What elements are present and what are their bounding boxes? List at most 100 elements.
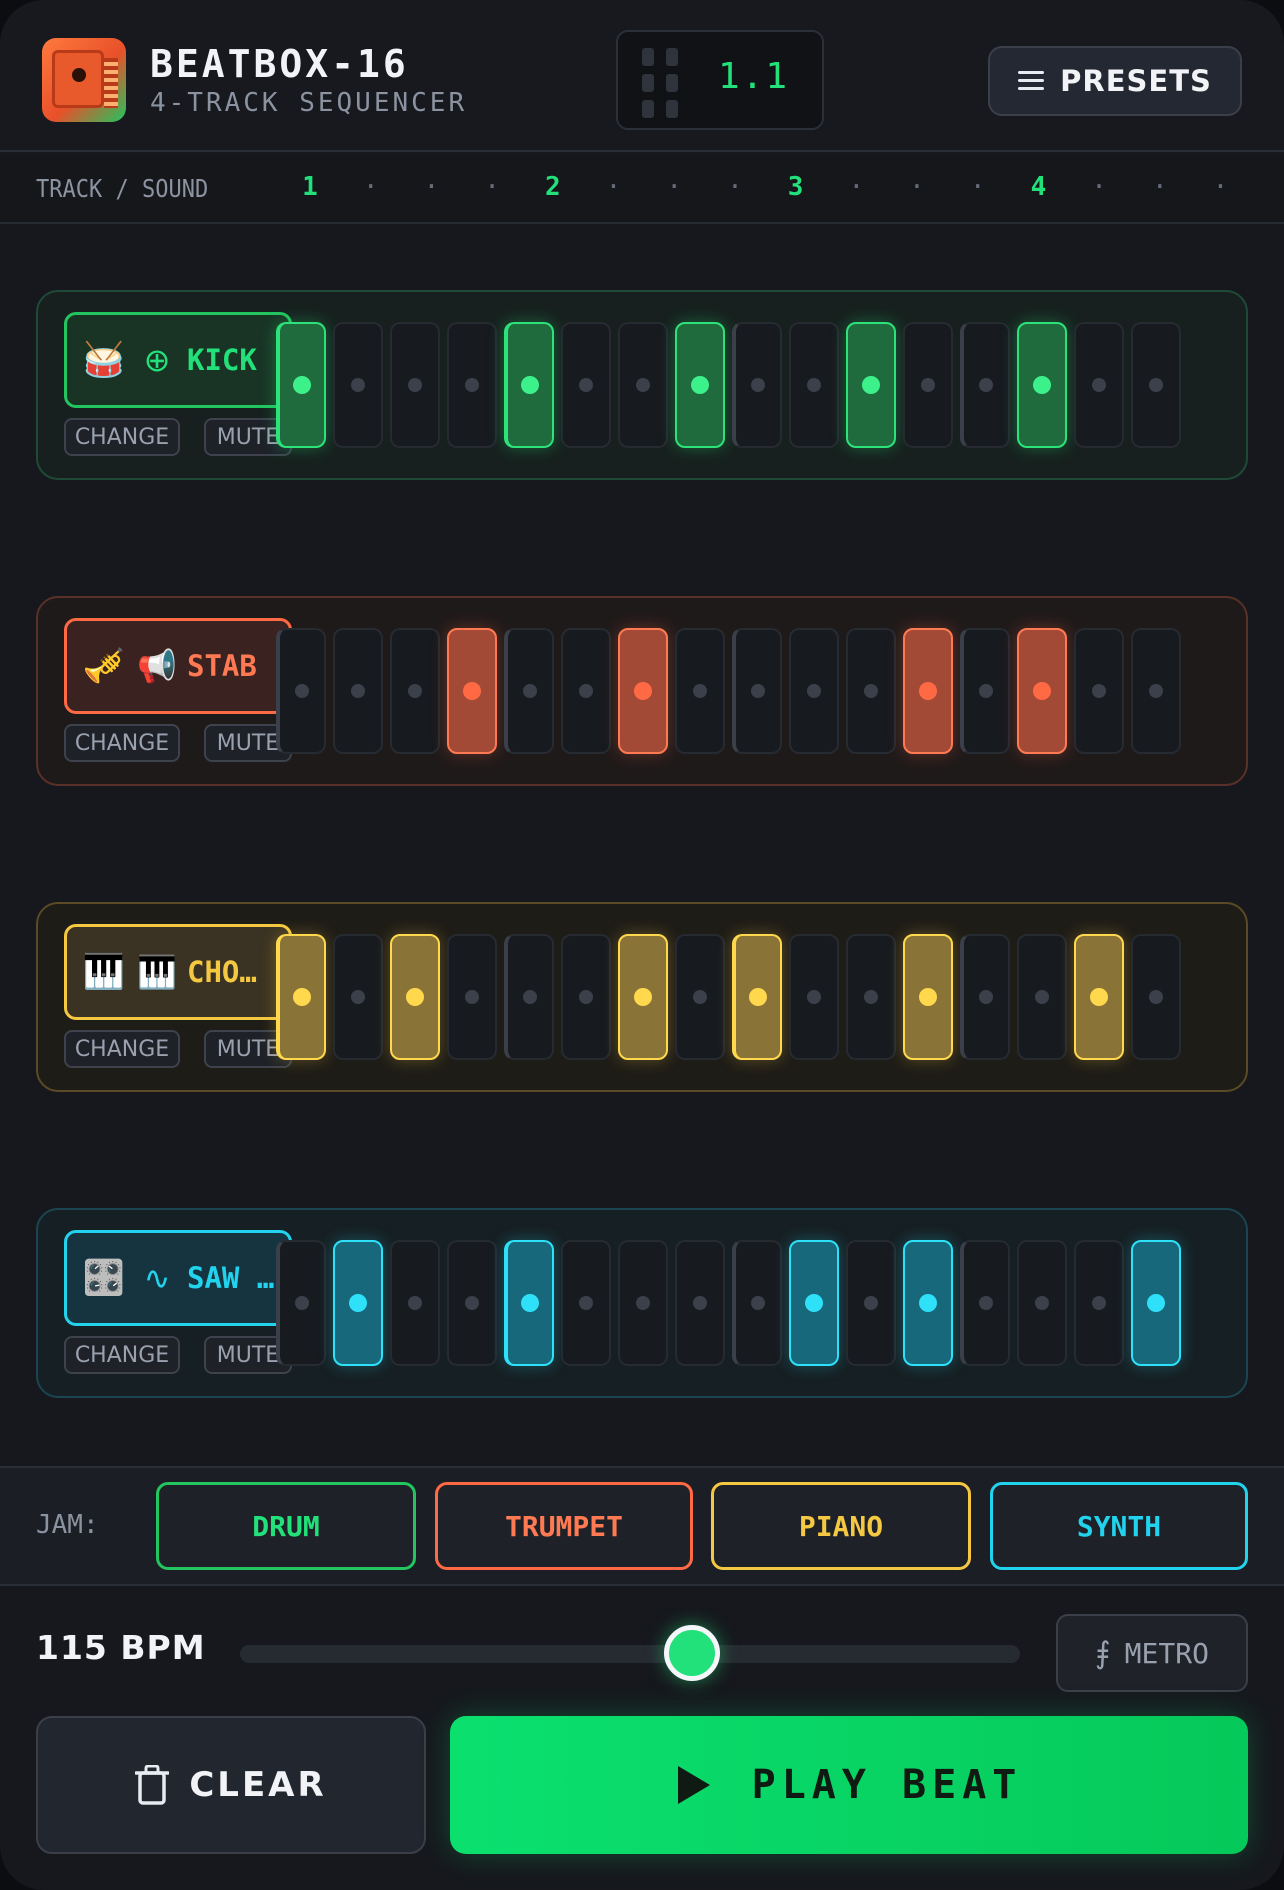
track-name: KICK [187,343,257,377]
step-pad[interactable] [447,322,497,448]
ruler-subdivision: · [423,172,440,202]
header: BEATBOX-16 4-TRACK SEQUENCER 1.1 PRESETS [0,0,1284,152]
step-pad[interactable] [276,1240,326,1366]
jam-label: JAM: [36,1510,99,1540]
instrument-icon: 🎺 [82,646,126,686]
step-pad[interactable] [789,628,839,754]
metronome-button[interactable]: ⨎ METRO [1056,1614,1248,1692]
change-sound-button[interactable]: CHANGE [64,1030,180,1068]
step-pad[interactable] [390,628,440,754]
step-pad-active[interactable] [618,628,668,754]
jam-synth-button[interactable]: SYNTH [990,1482,1248,1570]
step-pad[interactable] [561,934,611,1060]
step-pad-active[interactable] [846,322,896,448]
step-pad[interactable] [1131,322,1181,448]
step-pad[interactable] [960,322,1010,448]
ruler-beat-number: 1 [302,172,318,202]
ruler-subdivision: · [909,172,925,202]
step-pad[interactable] [846,628,896,754]
step-pad[interactable] [732,322,782,448]
change-sound-button[interactable]: CHANGE [64,1336,180,1374]
step-pad-active[interactable] [675,322,725,448]
step-pad-active[interactable] [789,1240,839,1366]
step-pad-active[interactable] [333,1240,383,1366]
step-pad-active[interactable] [903,628,953,754]
step-pad-active[interactable] [1131,1240,1181,1366]
step-pad[interactable] [447,934,497,1060]
step-pad-active[interactable] [903,1240,953,1366]
step-pad[interactable] [846,1240,896,1366]
step-pad[interactable] [333,628,383,754]
step-pad[interactable] [276,628,326,754]
step-pad[interactable] [903,322,953,448]
track-row: 🎹 🎹 CHO… CHANGE MUTE [36,902,1248,1092]
step-pad[interactable] [960,628,1010,754]
app-subtitle: 4-TRACK SEQUENCER [150,88,468,118]
presets-button[interactable]: PRESETS [988,46,1242,116]
step-pad-active[interactable] [504,1240,554,1366]
presets-label: PRESETS [1060,64,1212,98]
step-pad[interactable] [618,1240,668,1366]
step-pad[interactable] [1131,934,1181,1060]
step-pad-active[interactable] [276,934,326,1060]
step-pad[interactable] [960,1240,1010,1366]
step-pad[interactable] [1074,1240,1124,1366]
step-pad-active[interactable] [903,934,953,1060]
step-pad[interactable] [675,628,725,754]
step-pad-active[interactable] [732,934,782,1060]
step-pad[interactable] [390,1240,440,1366]
jam-drum-button[interactable]: DRUM [156,1482,416,1570]
play-icon [677,1766,710,1804]
change-sound-button[interactable]: CHANGE [64,724,180,762]
tempo-slider-track[interactable] [240,1645,1020,1663]
step-pad[interactable] [960,934,1010,1060]
position-display: 1.1 [616,30,824,130]
step-pad-active[interactable] [276,322,326,448]
step-pad[interactable] [675,1240,725,1366]
step-pad[interactable] [504,628,554,754]
step-pad[interactable] [789,934,839,1060]
step-pad-active[interactable] [1074,934,1124,1060]
step-pad-active[interactable] [390,934,440,1060]
tempo-slider-handle[interactable] [664,1625,721,1681]
track-sound-selector[interactable]: 🎹 🎹 CHO… [64,924,292,1020]
step-pad-active[interactable] [504,322,554,448]
metronome-label: METRO [1124,1636,1209,1670]
step-pad[interactable] [1074,322,1124,448]
track-sound-selector[interactable]: 🎛️ ∿ SAW … [64,1230,292,1326]
play-beat-button[interactable]: PLAY BEAT [450,1716,1248,1854]
step-pad[interactable] [561,1240,611,1366]
ruler-subdivision: · [484,172,500,202]
clear-button[interactable]: CLEAR [36,1716,426,1854]
track-row: 🥁 ⊕ KICK CHANGE MUTE [36,290,1248,480]
step-pad[interactable] [732,1240,782,1366]
step-pad-active[interactable] [618,934,668,1060]
step-pad[interactable] [846,934,896,1060]
step-pad-active[interactable] [1017,628,1067,754]
step-pad[interactable] [789,322,839,448]
track-sound-selector[interactable]: 🎺 📢 STAB [64,618,292,714]
step-pad[interactable] [390,322,440,448]
step-pad[interactable] [618,322,668,448]
track-sound-selector[interactable]: 🥁 ⊕ KICK [64,312,292,408]
step-pad[interactable] [1017,1240,1067,1366]
step-pad[interactable] [1017,934,1067,1060]
step-pad-active[interactable] [447,628,497,754]
track-name: STAB [187,649,257,683]
instrument-icon: 🎛️ [82,1258,126,1298]
step-pad-active[interactable] [1017,322,1067,448]
step-pad[interactable] [675,934,725,1060]
jam-trumpet-button[interactable]: TRUMPET [435,1482,693,1570]
jam-piano-button[interactable]: PIANO [711,1482,971,1570]
step-pad[interactable] [561,322,611,448]
step-pad[interactable] [732,628,782,754]
step-pad[interactable] [504,934,554,1060]
step-pad[interactable] [333,934,383,1060]
step-pad[interactable] [333,322,383,448]
step-pad[interactable] [1131,628,1181,754]
step-pad[interactable] [1074,628,1124,754]
step-pad[interactable] [447,1240,497,1366]
step-pad[interactable] [561,628,611,754]
grip-icon [642,48,682,120]
change-sound-button[interactable]: CHANGE [64,418,180,456]
